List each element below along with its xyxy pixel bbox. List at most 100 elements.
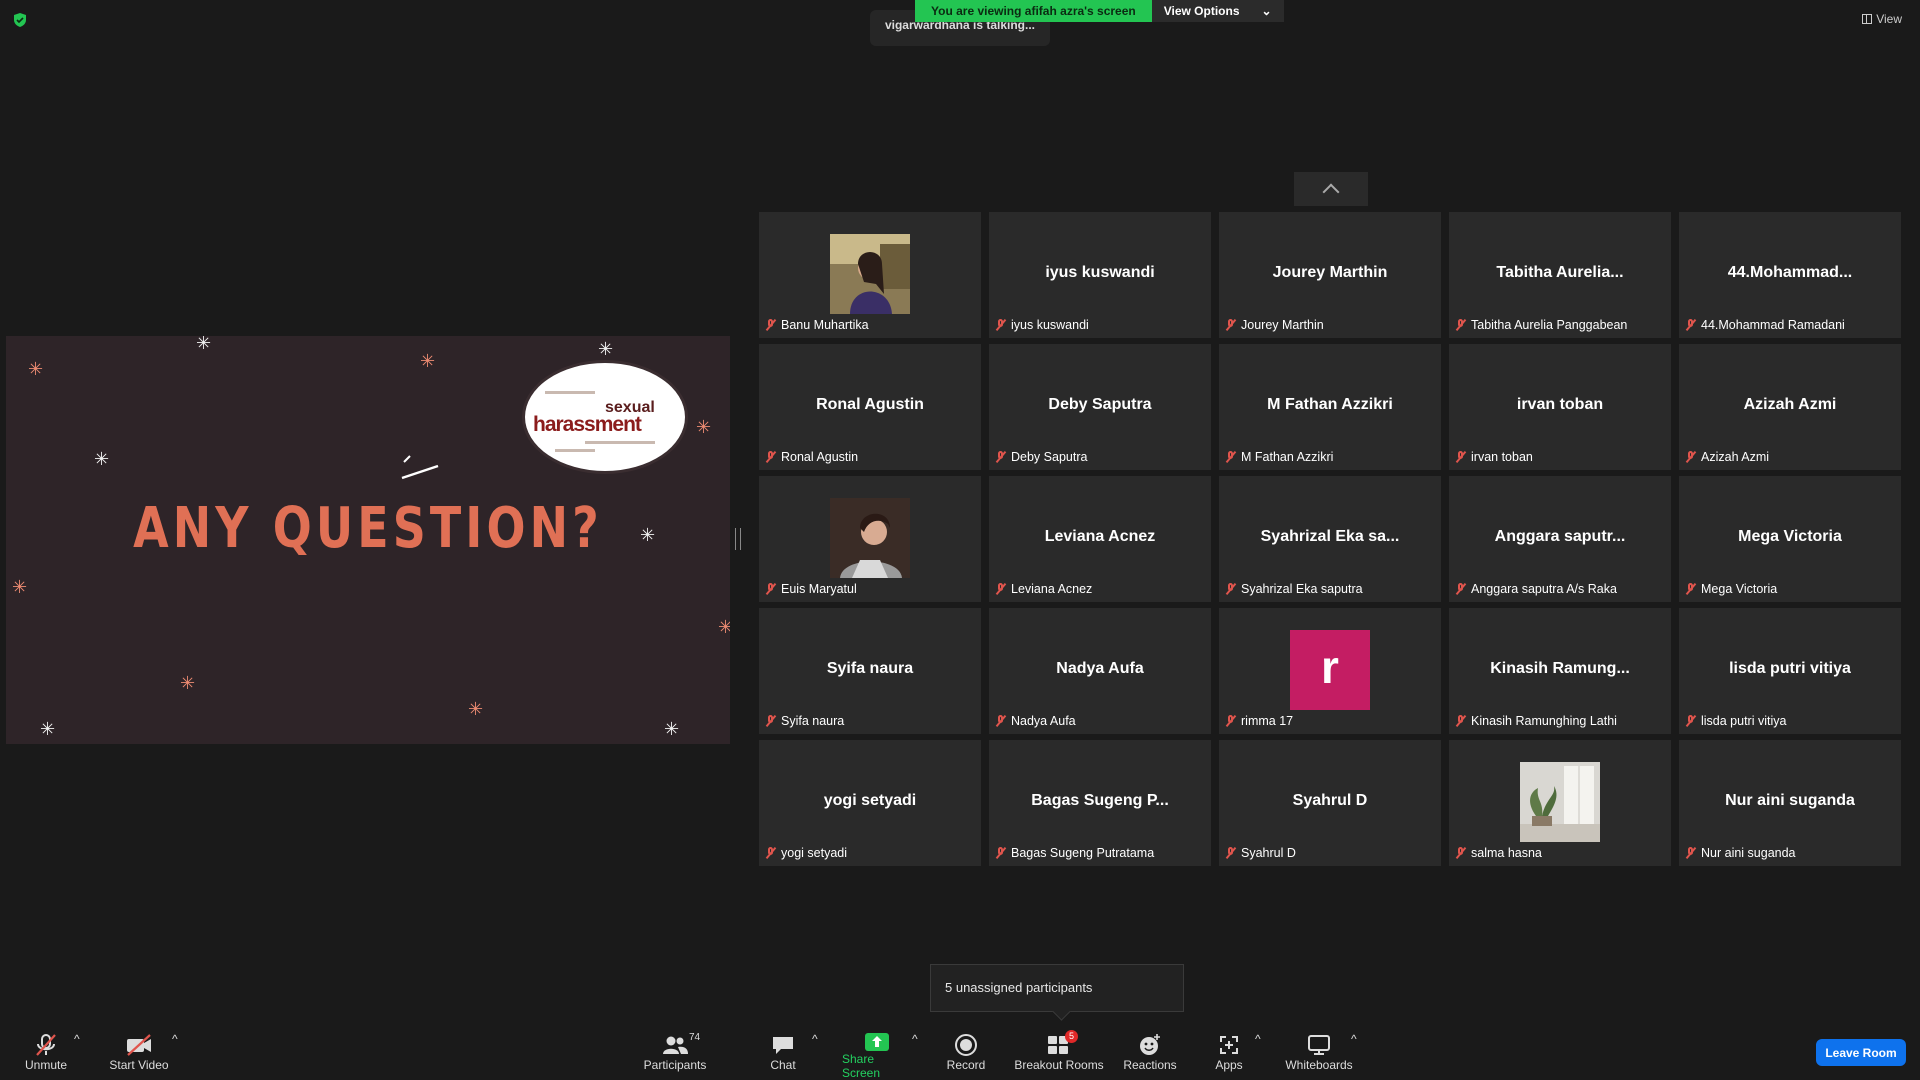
video-options-caret[interactable]: ^ [172,1032,178,1078]
reactions-button[interactable]: Reactions [1122,1032,1178,1078]
participant-tile[interactable]: yogi setyadi yogi setyadi [759,740,981,866]
breakout-rooms-button[interactable]: 5 Breakout Rooms [1014,1030,1104,1078]
participant-avatar: r [1290,630,1370,710]
participant-tile[interactable]: irvan toban irvan toban [1449,344,1671,470]
microphone-muted-icon [995,847,1007,859]
star-decoration: ✳ [598,339,614,359]
participant-tile[interactable]: Ronal Agustin Ronal Agustin [759,344,981,470]
participant-video-thumbnail [830,498,910,578]
share-options-caret[interactable]: ^ [912,1032,918,1078]
participant-name-label: Anggara saputra A/s Raka [1471,582,1617,596]
star-decoration: ✳ [718,617,730,637]
participant-gallery: Banu Muhartika iyus kuswandi iyus kuswandi… [759,212,1901,866]
participant-display-name: Kinasih Ramung... [1490,660,1630,677]
participant-tile[interactable]: Anggara saputr... Anggara saputra A/s Rak… [1449,476,1671,602]
share-screen-icon [864,1032,890,1052]
shared-screen: ✳ ✳ ✳ ✳ ✳ ✳ ✳ ✳ ✳ ✳ ✳ ✳ ✳ sexual harassm… [6,336,730,744]
share-screen-button[interactable]: Share Screen [842,1032,912,1080]
participant-tile[interactable]: M Fathan Azzikri M Fathan Azzikri [1219,344,1441,470]
participant-name-label: salma hasna [1471,846,1542,860]
participant-tile[interactable]: salma hasna [1449,740,1671,866]
participant-display-name: 44.Mohammad... [1727,264,1853,281]
participant-tile[interactable]: Deby Saputra Deby Saputra [989,344,1211,470]
participant-display-name: lisda putri vitiya [1729,660,1851,677]
microphone-muted-icon [1685,715,1697,727]
whiteboards-button[interactable]: Whiteboards [1282,1032,1356,1078]
wordcloud-image: sexual harassment [522,360,688,474]
participant-tile[interactable]: Leviana Acnez Leviana Acnez [989,476,1211,602]
participant-name-tag: Kinasih Ramunghing Lathi [1455,714,1617,728]
participant-name-tag: Bagas Sugeng Putratama [995,846,1154,860]
participant-name-label: Euis Maryatul [781,582,857,596]
unassigned-participants-popup[interactable]: 5 unassigned participants [930,964,1184,1012]
participant-name-tag: Ronal Agustin [765,450,858,464]
participant-tile[interactable]: Syahrizal Eka sa... Syahrizal Eka saputra [1219,476,1441,602]
microphone-muted-icon [1225,715,1237,727]
whiteboard-icon [1307,1032,1331,1058]
microphone-muted-icon [765,451,777,463]
participant-tile[interactable]: Jourey Marthin Jourey Marthin [1219,212,1441,338]
participant-video-thumbnail [1520,762,1600,842]
participant-tile[interactable]: Tabitha Aurelia... Tabitha Aurelia Pangga… [1449,212,1671,338]
participant-display-name: Deby Saputra [1048,396,1152,413]
participant-name-label: Azizah Azmi [1701,450,1770,464]
participant-tile[interactable]: Mega Victoria Mega Victoria [1679,476,1901,602]
record-label: Record [946,1058,986,1072]
participants-button[interactable]: 74 Participants [642,1032,708,1078]
view-options-button[interactable]: View Options ⌄ [1151,0,1284,22]
whiteboards-options-caret[interactable]: ^ [1351,1032,1357,1078]
participant-display-name: Bagas Sugeng P... [1031,792,1169,809]
video-off-icon [125,1032,153,1058]
audio-options-caret[interactable]: ^ [74,1032,80,1078]
participant-name-tag: Syahrizal Eka saputra [1225,582,1363,596]
participant-tile[interactable]: Euis Maryatul [759,476,981,602]
share-screen-label: Share Screen [842,1052,881,1080]
participant-tile[interactable]: Kinasih Ramung... Kinasih Ramunghing Lath… [1449,608,1671,734]
apps-options-caret[interactable]: ^ [1255,1032,1261,1078]
reactions-smiley-icon [1138,1032,1162,1058]
viewing-screen-label: You are viewing afifah azra's screen [915,0,1152,22]
participant-name-tag: Nur aini suganda [1685,846,1796,860]
gallery-page-up-button[interactable] [1294,172,1368,206]
apps-button[interactable]: Apps [1212,1032,1246,1078]
participant-name-tag: salma hasna [1455,846,1542,860]
participant-name-label: Ronal Agustin [781,450,859,464]
participant-tile[interactable]: r rimma 17 [1219,608,1441,734]
participant-tile[interactable]: Azizah Azmi Azizah Azmi [1679,344,1901,470]
participant-name-label: M Fathan Azzikri [1241,450,1334,464]
leave-room-button[interactable]: Leave Room [1816,1039,1906,1066]
participant-display-name: Anggara saputr... [1494,528,1626,545]
view-layout-button[interactable]: View [1862,12,1902,26]
participant-name-tag: Deby Saputra [995,450,1087,464]
splitter-handle[interactable] [735,528,741,550]
participant-tile[interactable]: Bagas Sugeng P... Bagas Sugeng Putratama [989,740,1211,866]
participant-name-label: Kinasih Ramunghing Lathi [1471,714,1617,728]
participant-display-name: yogi setyadi [823,792,917,809]
participant-tile[interactable]: 44.Mohammad... 44.Mohammad Ramadani [1679,212,1901,338]
microphone-muted-icon [1455,715,1467,727]
participant-tile[interactable]: Nadya Aufa Nadya Aufa [989,608,1211,734]
microphone-muted-icon [995,715,1007,727]
microphone-muted-icon [765,319,777,331]
unmute-button[interactable]: Unmute [22,1032,70,1078]
participant-display-name: Jourey Marthin [1272,264,1388,281]
record-button[interactable]: Record [946,1032,986,1078]
chat-options-caret[interactable]: ^ [812,1032,818,1078]
participants-count: 74 [689,1032,701,1043]
participant-name-label: Jourey Marthin [1241,318,1324,332]
view-layout-label: View [1876,12,1902,26]
start-video-button[interactable]: Start Video [108,1032,170,1078]
participant-tile[interactable]: lisda putri vitiya lisda putri vitiya [1679,608,1901,734]
participant-name-tag: Mega Victoria [1685,582,1777,596]
participant-tile[interactable]: Syifa naura Syifa naura [759,608,981,734]
participant-tile[interactable]: iyus kuswandi iyus kuswandi [989,212,1211,338]
chat-button[interactable]: Chat [766,1032,800,1078]
security-shield-icon[interactable] [12,12,28,28]
wordcloud-word-harassment: harassment [533,413,642,436]
participant-tile[interactable]: Nur aini suganda Nur aini suganda [1679,740,1901,866]
breakout-rooms-icon: 5 [1047,1030,1079,1058]
participant-tile[interactable]: Banu Muhartika [759,212,981,338]
participant-name-tag: Nadya Aufa [995,714,1076,728]
participant-name-label: 44.Mohammad Ramadani [1701,318,1845,332]
participant-tile[interactable]: Syahrul D Syahrul D [1219,740,1441,866]
